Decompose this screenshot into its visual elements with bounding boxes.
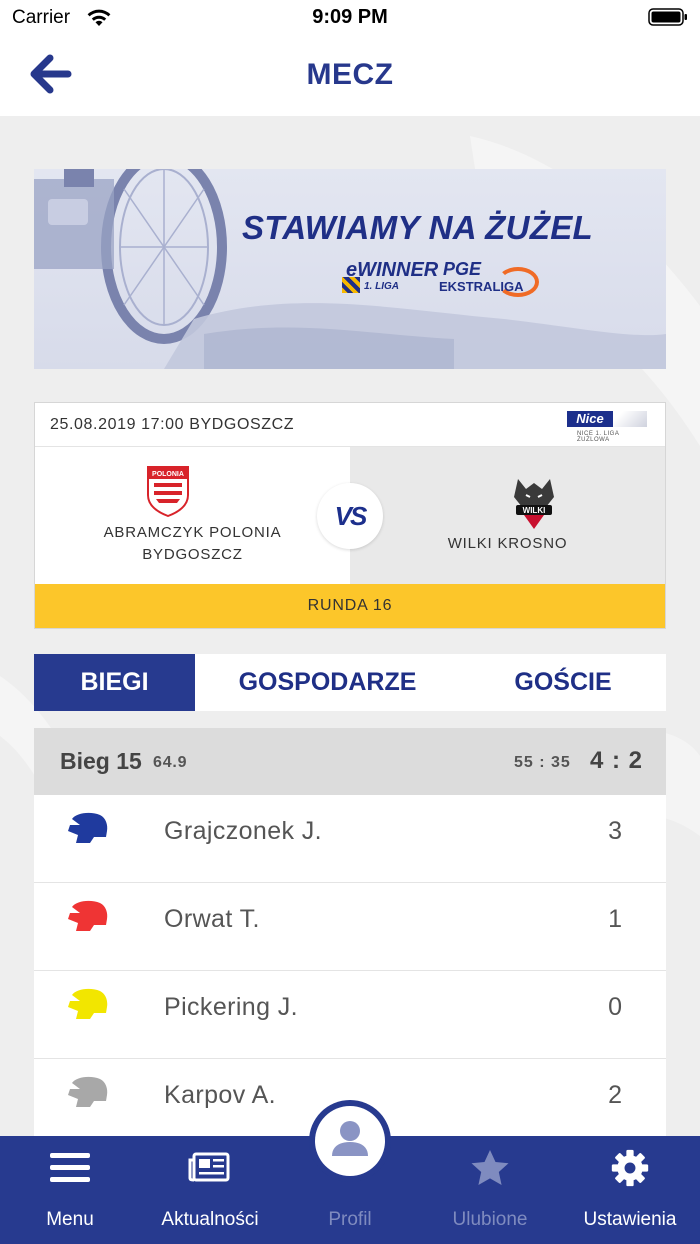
rider-name: Karpov A. xyxy=(164,1081,276,1109)
rider-name: Pickering J. xyxy=(164,993,299,1021)
home-team[interactable]: POLONIA ABRAMCZYK POLONIA BYDGOSZCZ xyxy=(35,447,350,584)
tab-ustawienia-label: Ustawienia xyxy=(583,1209,677,1230)
promo-banner[interactable]: STAWIAMY NA ŻUŻEL eWINNER 1. LIGA PGE EK… xyxy=(34,169,666,369)
helmet-icon xyxy=(68,812,108,843)
pge-logo-text: PGE xyxy=(443,259,482,279)
tab-aktualnosci-label: Aktualności xyxy=(161,1209,259,1230)
clock: 9:09 PM xyxy=(312,6,388,28)
gear-icon xyxy=(611,1149,649,1187)
helmet-icon xyxy=(68,988,108,1019)
tab-profil-label: Profil xyxy=(328,1209,372,1230)
tab-menu[interactable]: Menu xyxy=(0,1136,140,1244)
heat-header: Bieg 15 64.9 55 : 35 4 : 2 xyxy=(34,728,666,795)
tab-ustawienia[interactable]: Ustawienia xyxy=(560,1136,700,1244)
tab-goscie[interactable]: GOŚCIE xyxy=(460,654,666,711)
rider-points: 2 xyxy=(608,1081,622,1109)
pge-ekstraliga-logo: PGE EKSTRALIGA xyxy=(439,259,539,299)
home-team-name-line1: ABRAMCZYK POLONIA xyxy=(103,524,282,541)
rider-name: Orwat T. xyxy=(164,905,260,933)
round-label: RUNDA 16 xyxy=(35,584,665,628)
star-icon xyxy=(471,1150,509,1185)
rider-row[interactable]: Orwat T. 1 xyxy=(34,883,666,971)
segment-tabs: BIEGI GOSPODARZE GOŚCIE xyxy=(34,654,666,711)
tab-ulubione[interactable]: Ulubione xyxy=(420,1136,560,1244)
helmet-icon xyxy=(68,1076,108,1107)
away-team[interactable]: WILKI WILKI KROSNO xyxy=(350,447,665,584)
page-title: MECZ xyxy=(306,58,394,91)
league-logo-text: Nice xyxy=(567,411,613,427)
match-total-score: 55 : 35 xyxy=(514,754,571,771)
rider-points: 1 xyxy=(608,905,622,933)
rider-points: 0 xyxy=(608,993,622,1021)
rider-points: 3 xyxy=(608,817,622,845)
home-team-name-line2: BYDGOSZCZ xyxy=(142,546,243,563)
heat-time: 64.9 xyxy=(153,754,188,771)
banner-headline: STAWIAMY NA ŻUŻEL xyxy=(242,209,593,246)
newspaper-icon xyxy=(188,1152,230,1182)
heat-name: Bieg 15 xyxy=(60,748,142,774)
tab-aktualnosci[interactable]: Aktualności xyxy=(140,1136,280,1244)
wilki-crest-icon: WILKI xyxy=(514,479,554,529)
ewinner-logo: eWINNER 1. LIGA xyxy=(342,259,438,297)
pge-logo-sub: EKSTRALIGA xyxy=(439,279,524,294)
polonia-crest-icon: POLONIA xyxy=(147,466,189,517)
wilki-crest-text: WILKI xyxy=(523,506,546,515)
league-logo-stripe xyxy=(613,411,647,427)
navigation-bar: MECZ xyxy=(0,36,700,116)
profile-button-inner xyxy=(315,1106,385,1176)
away-team-name: WILKI KROSNO xyxy=(447,535,568,552)
ewinner-logo-sub: 1. LIGA xyxy=(364,281,400,292)
rider-row[interactable]: Grajczonek J. 3 xyxy=(34,795,666,883)
rider-list: Grajczonek J. 3 Orwat T. 1 Pickering J. … xyxy=(34,795,666,1136)
match-card: 25.08.2019 17:00 BYDGOSZCZ Nice NICE 1. … xyxy=(34,402,666,629)
ewinner-logo-text: eWINNER xyxy=(346,259,439,281)
match-header: 25.08.2019 17:00 BYDGOSZCZ Nice NICE 1. … xyxy=(35,403,665,447)
tab-biegi[interactable]: BIEGI xyxy=(34,654,195,711)
match-datetime: 25.08.2019 17:00 BYDGOSZCZ xyxy=(50,416,295,433)
rider-row[interactable]: Pickering J. 0 xyxy=(34,971,666,1059)
rider-name: Grajczonek J. xyxy=(164,817,323,845)
user-icon xyxy=(332,1121,368,1156)
status-bar: Carrier 9:09 PM xyxy=(0,0,700,36)
league-logo-sub: NICE 1. LIGA ŻUŻLOWA xyxy=(577,431,620,443)
league-logo: Nice NICE 1. LIGA ŻUŻLOWA xyxy=(567,409,649,443)
tab-ulubione-label: Ulubione xyxy=(452,1209,528,1230)
polonia-crest-text: POLONIA xyxy=(152,471,184,478)
vs-badge: VS xyxy=(317,483,383,549)
tab-menu-label: Menu xyxy=(46,1209,94,1230)
profile-button[interactable] xyxy=(309,1100,391,1182)
content-area[interactable]: STAWIAMY NA ŻUŻEL eWINNER 1. LIGA PGE EK… xyxy=(0,116,700,1136)
hamburger-icon xyxy=(50,1153,90,1182)
battery-icon xyxy=(648,8,687,26)
helmet-icon xyxy=(68,900,108,931)
tab-gospodarze[interactable]: GOSPODARZE xyxy=(195,654,460,711)
heat-score: 4 : 2 xyxy=(590,747,644,774)
